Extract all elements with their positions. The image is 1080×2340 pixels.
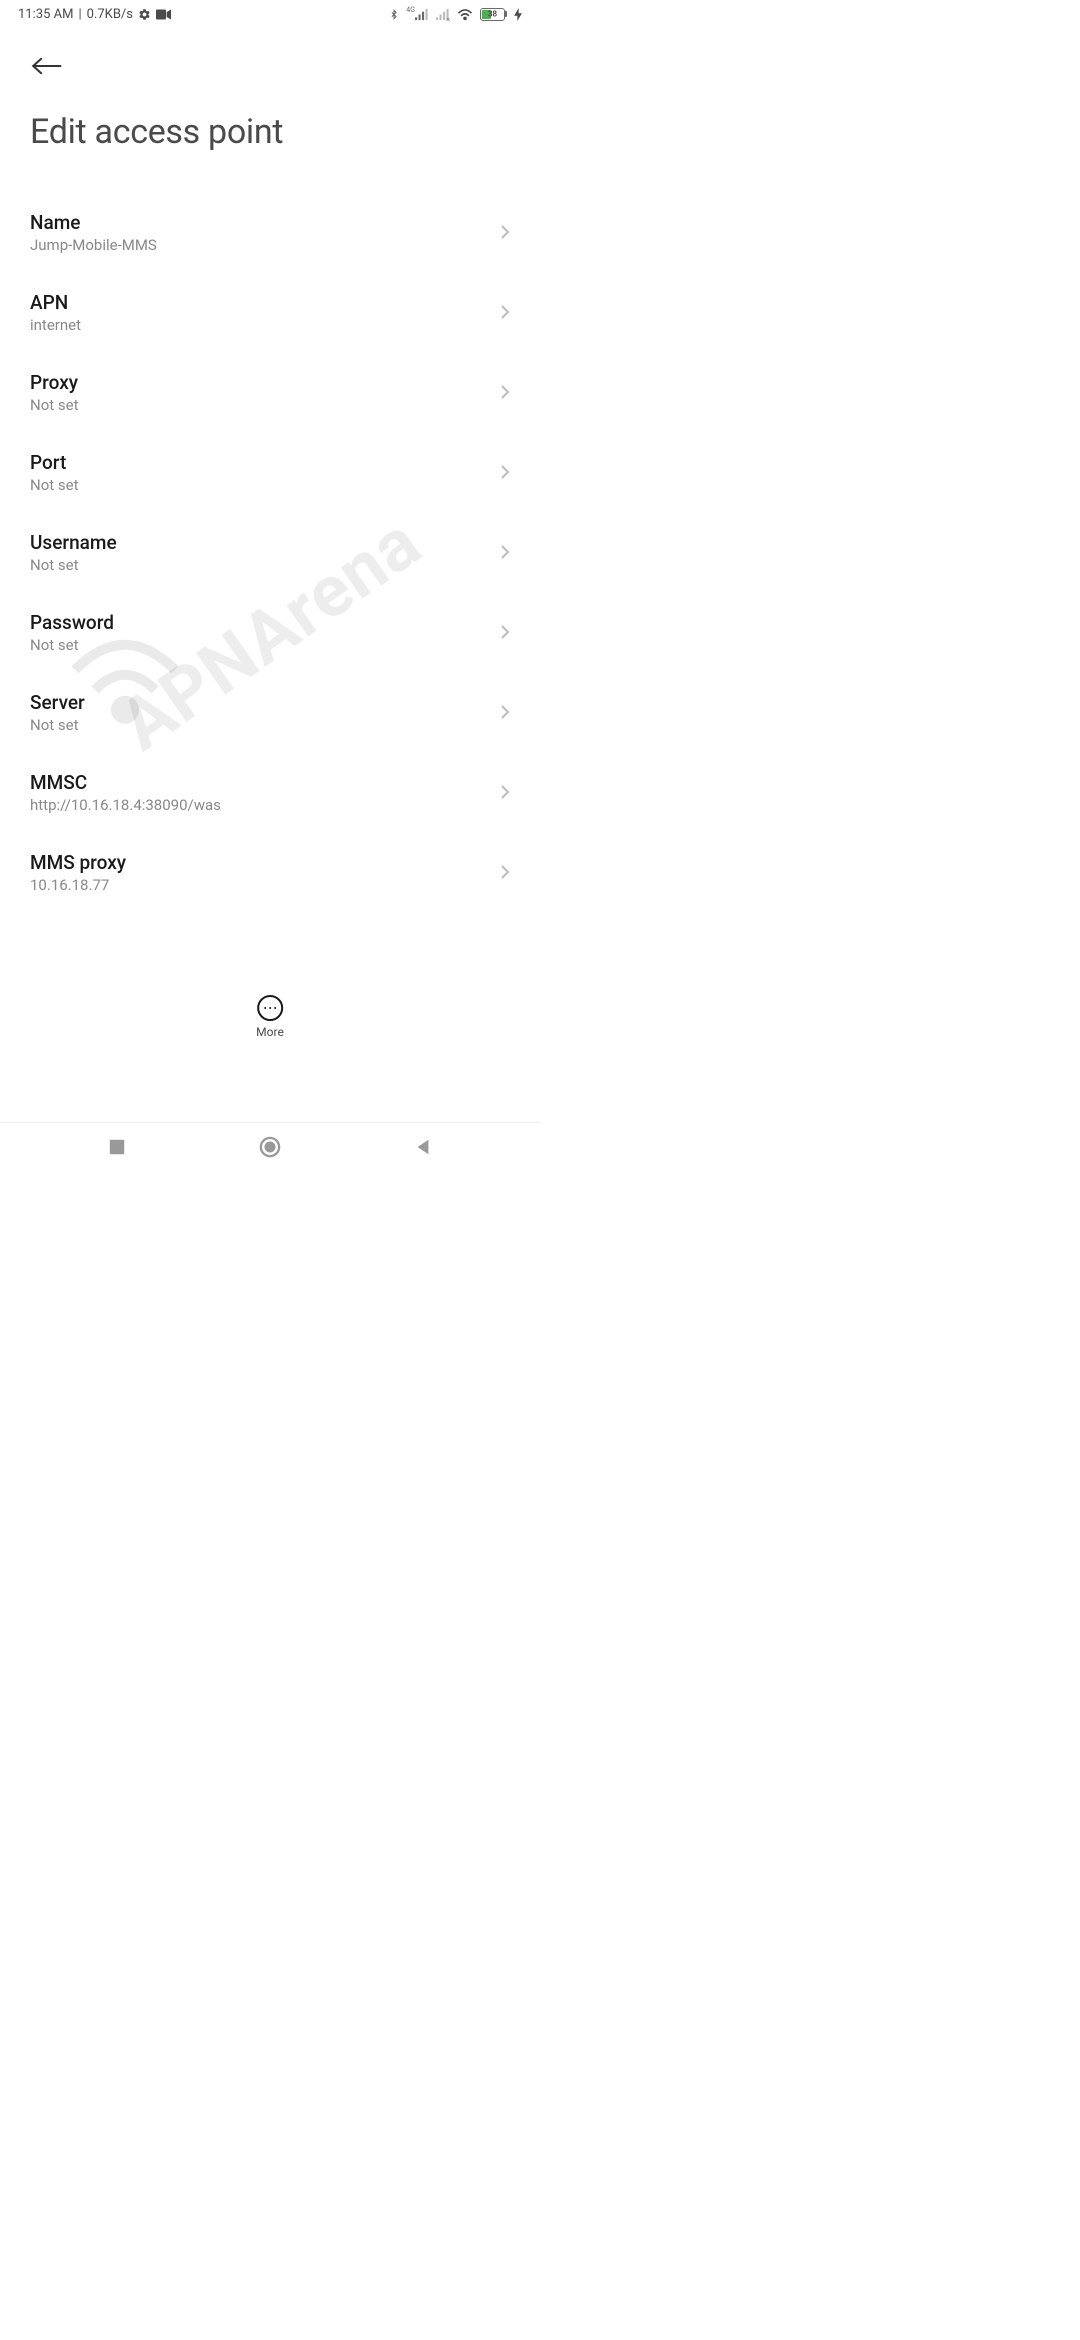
setting-mmsc-value: http://10.16.18.4:38090/was	[30, 796, 500, 814]
chevron-right-icon	[500, 464, 510, 480]
chevron-right-icon	[500, 624, 510, 640]
nav-back-button[interactable]	[393, 1127, 453, 1167]
chevron-right-icon	[500, 544, 510, 560]
chevron-right-icon	[500, 384, 510, 400]
setting-server-value: Not set	[30, 716, 500, 734]
setting-apn[interactable]: APN internet	[0, 272, 540, 352]
nav-recents-button[interactable]	[87, 1127, 147, 1167]
status-bar: 11:35 AM | 0.7KB/s 4G ✕ 38	[0, 0, 540, 28]
signal-nosignal-icon: ✕	[436, 8, 450, 21]
chevron-right-icon	[500, 304, 510, 320]
chevron-right-icon	[500, 704, 510, 720]
setting-name[interactable]: Name Jump-Mobile-MMS	[0, 192, 540, 272]
header: Edit access point	[0, 28, 540, 162]
setting-password-label: Password	[30, 611, 500, 634]
setting-server[interactable]: Server Not set	[0, 672, 540, 752]
setting-username-label: Username	[30, 531, 500, 554]
back-button[interactable]	[30, 48, 66, 84]
setting-port[interactable]: Port Not set	[0, 432, 540, 512]
chevron-right-icon	[500, 224, 510, 240]
more-button[interactable]: More	[216, 987, 324, 1047]
setting-mms-proxy-label: MMS proxy	[30, 851, 500, 874]
setting-mms-proxy[interactable]: MMS proxy 10.16.18.77	[0, 832, 540, 912]
status-right: 4G ✕ 38	[389, 7, 522, 22]
setting-name-value: Jump-Mobile-MMS	[30, 236, 500, 254]
setting-server-label: Server	[30, 691, 500, 714]
page-title: Edit access point	[30, 112, 510, 152]
setting-proxy-value: Not set	[30, 396, 500, 414]
charging-icon	[514, 8, 522, 21]
setting-mmsc[interactable]: MMSC http://10.16.18.4:38090/was	[0, 752, 540, 832]
more-label: More	[256, 1025, 284, 1039]
setting-password-value: Not set	[30, 636, 500, 654]
setting-proxy[interactable]: Proxy Not set	[0, 352, 540, 432]
signal-4g-icon: 4G	[406, 8, 429, 21]
setting-name-label: Name	[30, 211, 500, 234]
setting-proxy-label: Proxy	[30, 371, 500, 394]
status-separator: |	[78, 7, 81, 22]
svg-text:✕: ✕	[446, 17, 450, 21]
setting-username-value: Not set	[30, 556, 500, 574]
status-data-rate: 0.7KB/s	[87, 7, 133, 22]
wifi-icon	[457, 8, 473, 21]
android-nav-bar	[0, 1122, 540, 1170]
chevron-right-icon	[500, 864, 510, 880]
status-time: 11:35 AM	[18, 7, 73, 22]
battery-indicator: 38	[480, 8, 507, 21]
settings-gear-icon	[138, 8, 151, 21]
nav-home-button[interactable]	[240, 1127, 300, 1167]
bluetooth-icon	[389, 7, 399, 22]
setting-apn-label: APN	[30, 291, 500, 314]
setting-password[interactable]: Password Not set	[0, 592, 540, 672]
setting-mmsc-label: MMSC	[30, 771, 500, 794]
setting-username[interactable]: Username Not set	[0, 512, 540, 592]
chevron-right-icon	[500, 784, 510, 800]
setting-port-label: Port	[30, 451, 500, 474]
setting-mms-proxy-value: 10.16.18.77	[30, 876, 500, 894]
setting-port-value: Not set	[30, 476, 500, 494]
settings-list: APNArena Name Jump-Mobile-MMS APN intern…	[0, 162, 540, 1122]
status-left: 11:35 AM | 0.7KB/s	[18, 7, 171, 22]
setting-apn-value: internet	[30, 316, 500, 334]
camera-icon	[156, 9, 171, 20]
more-icon	[257, 995, 283, 1021]
